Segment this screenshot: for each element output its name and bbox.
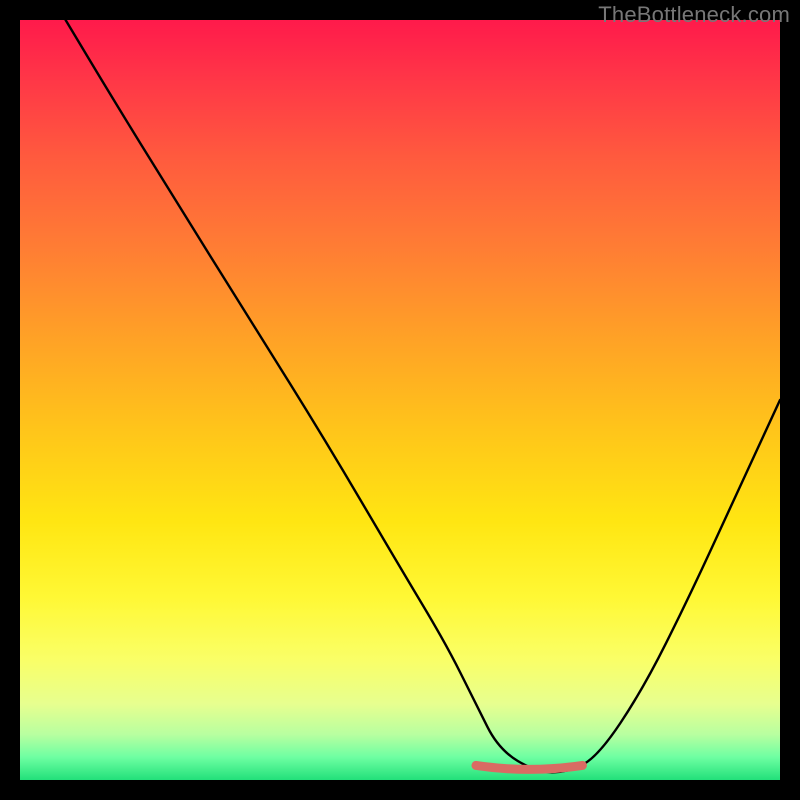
gradient-background [20, 20, 780, 780]
watermark-text: TheBottleneck.com [598, 2, 790, 28]
chart-frame: TheBottleneck.com [0, 0, 800, 800]
plot-area [20, 20, 780, 780]
